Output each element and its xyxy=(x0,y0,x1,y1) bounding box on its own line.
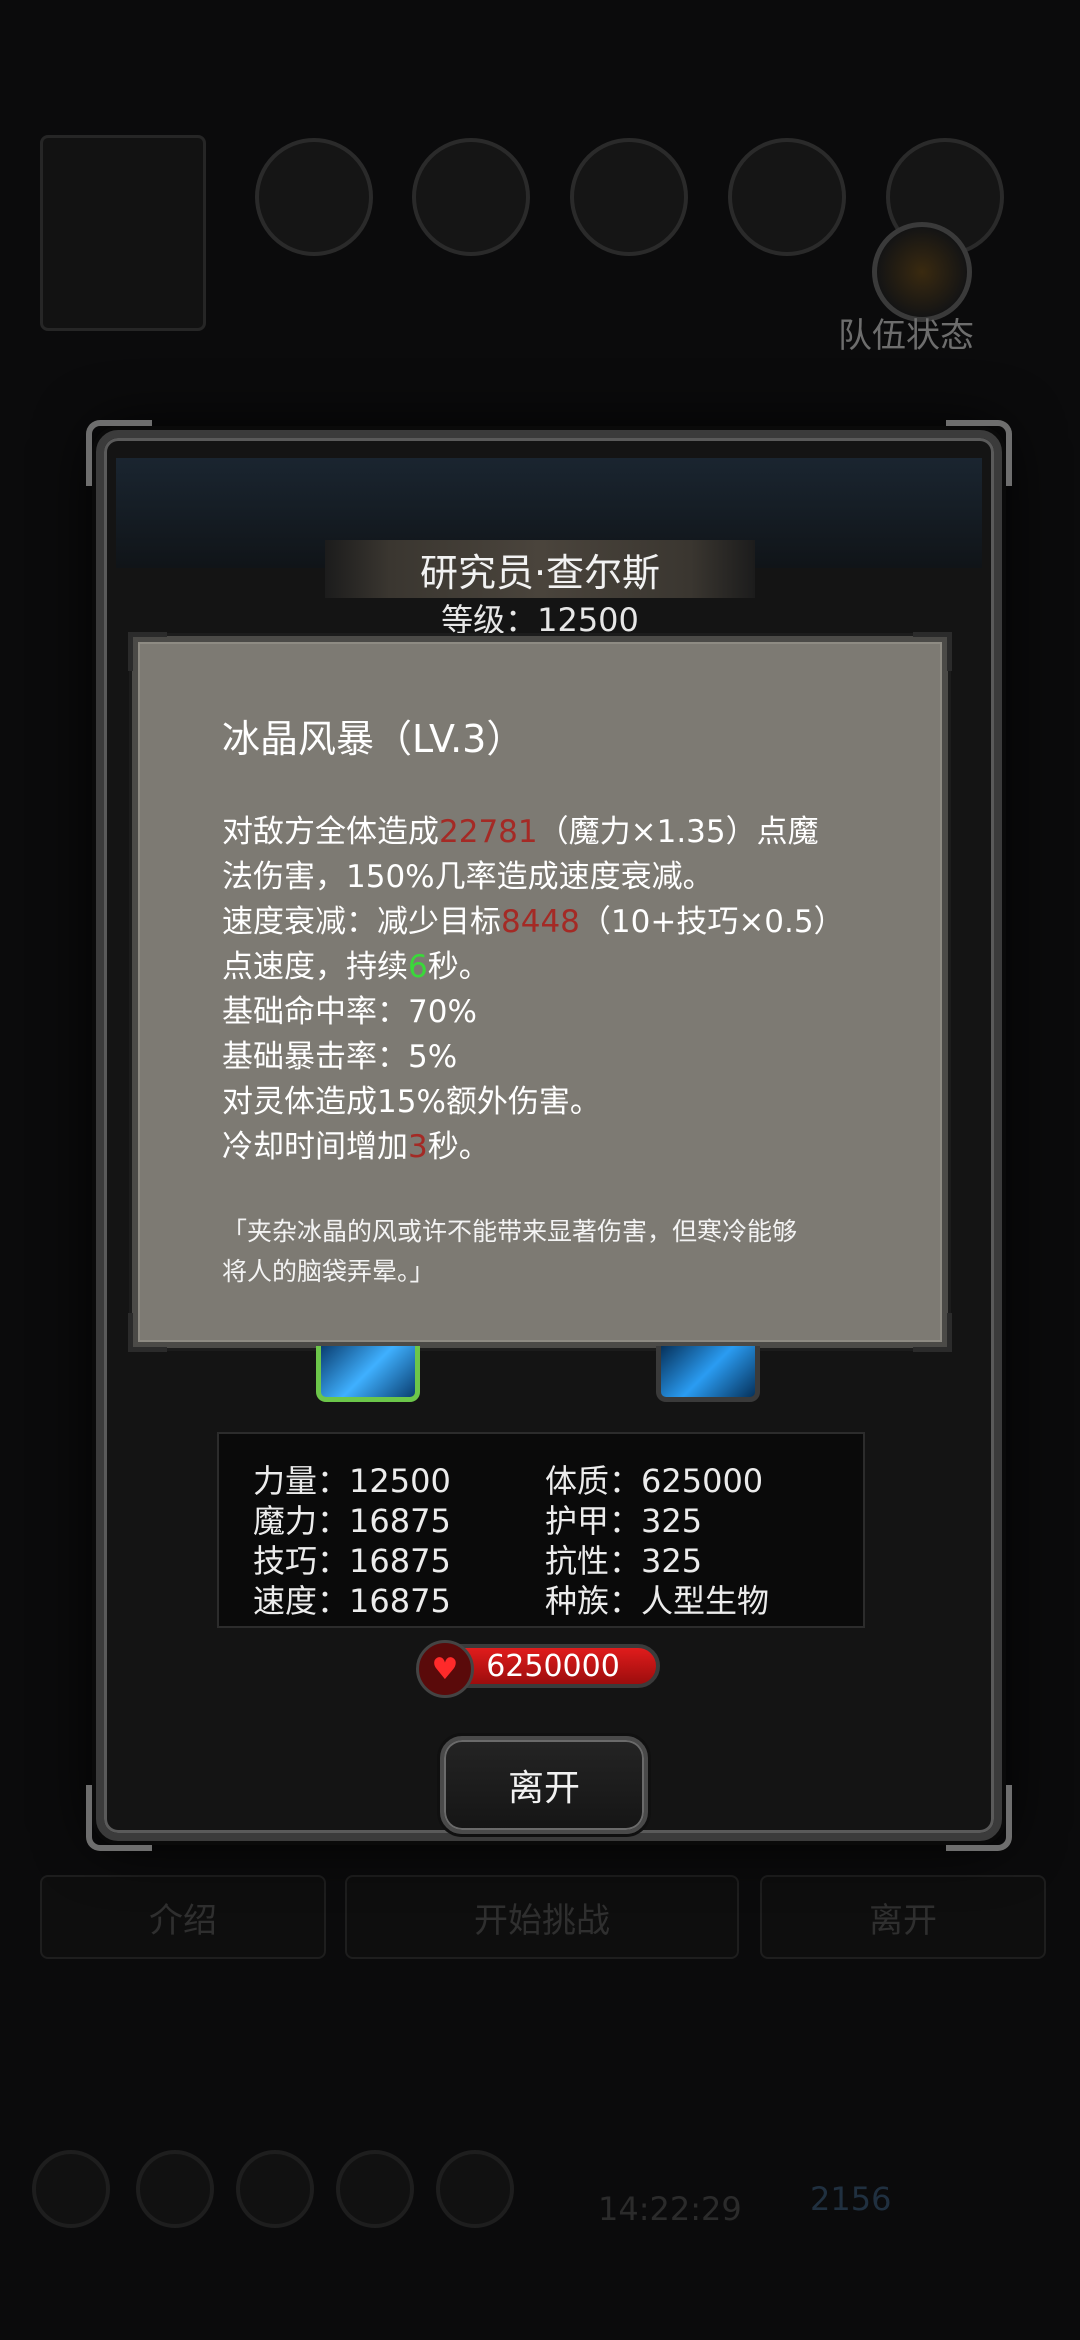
team-status-icon[interactable] xyxy=(872,222,972,322)
skill-flavor-text: 「夹杂冰晶的风或许不能带来显著伤害，但寒冷能够 将人的脑袋弄晕。」 xyxy=(222,1217,798,1286)
ice-skill-icon[interactable] xyxy=(656,1346,760,1402)
frame-corner-ornament xyxy=(86,1785,152,1851)
panel-corner-ornament xyxy=(128,1313,167,1352)
monster-stats-panel: 力量：12500 魔力：16875 技巧：16875 速度：16875 体质：6… xyxy=(217,1432,865,1628)
panel-corner-ornament xyxy=(128,632,167,671)
background-slot-icon xyxy=(728,138,846,256)
skill-line: 速度衰减：减少目标8448（10+技巧×0.5） xyxy=(222,904,845,940)
background-portrait-panel xyxy=(40,135,206,331)
monster-name: 研究员·查尔斯 xyxy=(419,550,661,595)
leave-button[interactable]: 离开 xyxy=(440,1736,648,1834)
ice-storm-skill-icon[interactable] xyxy=(316,1346,420,1402)
panel-corner-ornament xyxy=(913,1313,952,1352)
frame-corner-ornament xyxy=(86,420,152,486)
start-challenge-button[interactable]: 开始挑战 xyxy=(345,1875,739,1959)
background-slot-icon xyxy=(570,138,688,256)
frame-corner-ornament xyxy=(946,1785,1012,1851)
clock-time: 14:22:29 xyxy=(598,2190,742,2228)
menu-icon[interactable] xyxy=(336,2150,414,2228)
team-status-label[interactable]: 队伍状态 xyxy=(838,308,974,357)
skill-line: 对灵体造成15%额外伤害。 xyxy=(222,1084,601,1120)
background-leave-button[interactable]: 离开 xyxy=(760,1875,1046,1959)
menu-icon[interactable] xyxy=(136,2150,214,2228)
skill-line: 基础暴击率：5% xyxy=(222,1039,458,1075)
skill-line: 点速度，持续6秒。 xyxy=(222,949,490,985)
cooldown-value: 3 xyxy=(408,1129,428,1165)
duration-value: 6 xyxy=(408,949,428,985)
frame-corner-ornament xyxy=(946,420,1012,486)
currency-count: 2156 xyxy=(810,2180,892,2218)
menu-icon[interactable] xyxy=(236,2150,314,2228)
skill-line: 对敌方全体造成22781（魔力×1.35）点魔 xyxy=(222,814,819,850)
leave-button-label: 离开 xyxy=(507,1768,580,1809)
skill-description-panel: 冰晶风暴（LV.3） 对敌方全体造成22781（魔力×1.35）点魔 法伤害，1… xyxy=(128,632,952,1352)
menu-icon[interactable] xyxy=(436,2150,514,2228)
background-slot-icon xyxy=(255,138,373,256)
intro-button[interactable]: 介绍 xyxy=(40,1875,326,1959)
hp-value: 6250000 xyxy=(486,1648,620,1684)
skill-line: 冷却时间增加3秒。 xyxy=(222,1129,490,1165)
stat-speed: 速度：16875 xyxy=(253,1582,451,1620)
panel-corner-ornament xyxy=(913,632,952,671)
damage-value: 22781 xyxy=(439,814,538,850)
skill-title: 冰晶风暴（LV.3） xyxy=(222,717,525,761)
skill-line: 基础命中率：70% xyxy=(222,994,477,1030)
monster-name-plate: 研究员·查尔斯 xyxy=(325,540,755,598)
skill-body: 对敌方全体造成22781（魔力×1.35）点魔 法伤害，150%几率造成速度衰减… xyxy=(222,810,902,1170)
speed-reduction-value: 8448 xyxy=(501,904,580,940)
heart-icon: ♥ xyxy=(416,1640,474,1698)
stat-race: 种族：人型生物 xyxy=(545,1582,770,1620)
skill-line: 法伤害，150%几率造成速度衰减。 xyxy=(222,859,714,895)
background-slot-icon xyxy=(412,138,530,256)
menu-icon[interactable] xyxy=(32,2150,110,2228)
